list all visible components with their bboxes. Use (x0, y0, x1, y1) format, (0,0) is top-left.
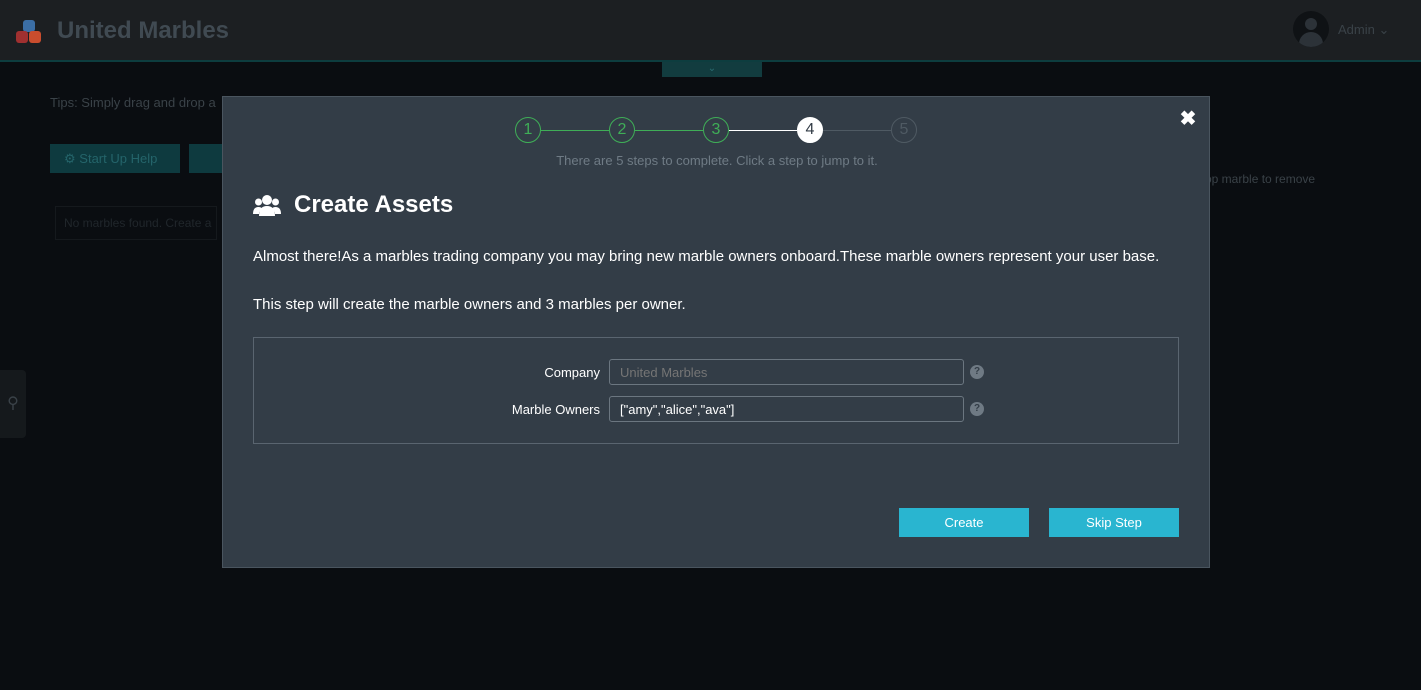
startup-help-label: Start Up Help (79, 151, 158, 166)
step-connector (541, 130, 609, 131)
company-input[interactable] (609, 359, 964, 385)
company-label: Company (544, 365, 600, 380)
marble-owners-label: Marble Owners (511, 402, 600, 417)
description-paragraph: This step will create the marble owners … (253, 296, 686, 313)
marbles-panel: No marbles found. Create a (55, 206, 217, 240)
create-button[interactable]: Create (899, 508, 1029, 537)
tips-text: Tips: Simply drag and drop a (50, 95, 216, 110)
step-connector (823, 130, 891, 131)
trash-hint: op marble to remove (1205, 172, 1316, 186)
startup-help-button[interactable]: ⚙ Start Up Help (50, 144, 180, 173)
app-title: United Marbles (57, 17, 230, 44)
step-connector (635, 130, 703, 131)
help-icon[interactable]: ? (970, 402, 984, 416)
gears-icon: ⚙ (64, 151, 76, 166)
logo-icon (15, 18, 43, 46)
modal-title: Create Assets (294, 191, 454, 218)
description-paragraph: Almost there!As a marbles trading compan… (253, 248, 1160, 265)
panel-text: No marbles found. Create a (64, 216, 212, 230)
stepper: 1 2 3 4 5 (515, 117, 919, 145)
app-header: United Marbles Admin ⌄ (0, 0, 1421, 62)
step-4[interactable]: 4 (797, 117, 823, 143)
chevron-down-icon[interactable]: ⌄ (662, 62, 762, 77)
step-5[interactable]: 5 (891, 117, 917, 143)
step-1[interactable]: 1 (515, 117, 541, 143)
users-icon (253, 195, 281, 216)
close-icon[interactable]: ✖ (1178, 109, 1198, 129)
create-assets-modal: ✖ 1 2 3 4 5 There are 5 steps to complet… (222, 96, 1210, 568)
stepper-hint: There are 5 steps to complete. Click a s… (556, 153, 878, 168)
step-3[interactable]: 3 (703, 117, 729, 143)
skip-step-button[interactable]: Skip Step (1049, 508, 1179, 537)
user-avatar-icon[interactable] (1293, 11, 1329, 47)
create-assets-form: Company ? Marble Owners ? (253, 337, 1179, 444)
step-connector (729, 130, 797, 131)
marble-owners-input[interactable] (609, 396, 964, 422)
help-icon[interactable]: ? (970, 365, 984, 379)
step-2[interactable]: 2 (609, 117, 635, 143)
search-icon[interactable]: ⚲ (0, 370, 26, 438)
user-menu[interactable]: Admin ⌄ (1338, 22, 1389, 38)
